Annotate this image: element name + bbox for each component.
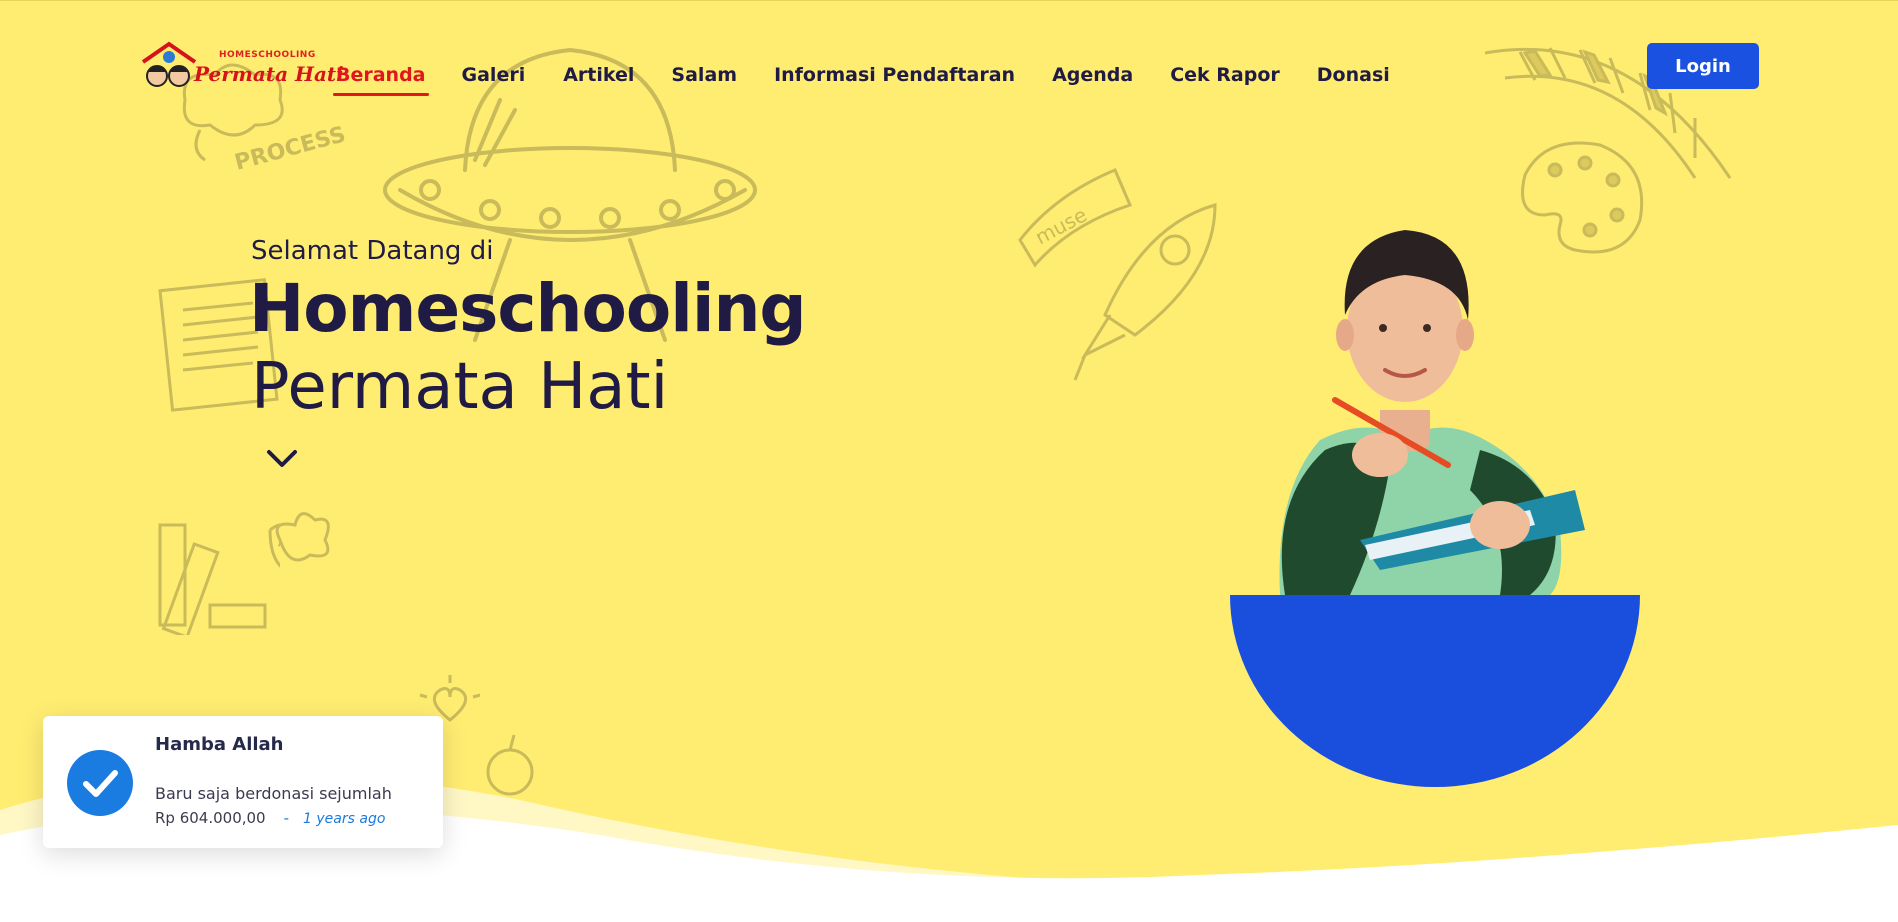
nav-item-informasi-pendaftaran[interactable]: Informasi Pendaftaran [774,64,1015,96]
logo-small-text: HOMESCHOOLING [219,50,316,60]
hero-section: PROCESS muse HOMESCHOOLING Permata Hati … [0,0,1898,922]
nav-item-artikel[interactable]: Artikel [563,64,634,96]
color-swatch-doodle-icon [150,515,280,635]
school-house-logo-icon [141,41,197,87]
nav-item-salam[interactable]: Salam [671,64,737,96]
nav-item-beranda[interactable]: Beranda [333,64,429,96]
nav-item-galeri[interactable]: Galeri [462,64,526,96]
hero-welcome-text: Selamat Datang di [251,236,494,266]
donation-notification: Hamba Allah Baru saja berdonasi sejumlah… [43,716,443,848]
top-divider [0,0,1898,1]
login-button[interactable]: Login [1647,43,1759,89]
donation-time: 1 years ago [303,811,386,827]
nav-item-cek-rapor[interactable]: Cek Rapor [1170,64,1280,96]
splash-doodle-icon [270,500,340,570]
hero-student-image [1230,200,1640,790]
donation-separator: - [283,809,290,827]
donor-name: Hamba Allah [155,734,284,755]
rocket-doodle-icon: muse [1015,165,1245,385]
main-navigation: Beranda Galeri Artikel Salam Informasi P… [333,64,1390,96]
nav-item-agenda[interactable]: Agenda [1052,64,1133,96]
hero-title-line2: Permata Hati [251,350,669,424]
donation-amount: Rp 604.000,00 [155,809,266,827]
check-circle-icon [67,750,133,816]
donation-amount-row: Rp 604.000,00-1 years ago [155,809,385,827]
nav-item-donasi[interactable]: Donasi [1317,64,1390,96]
donation-message: Baru saja berdonasi sejumlah [155,784,392,803]
chevron-down-icon[interactable] [265,446,299,472]
hero-title-line1: Homeschooling [249,270,807,347]
school-logo[interactable]: HOMESCHOOLING Permata Hati [139,40,344,92]
logo-main-text: Permata Hati [194,62,344,86]
